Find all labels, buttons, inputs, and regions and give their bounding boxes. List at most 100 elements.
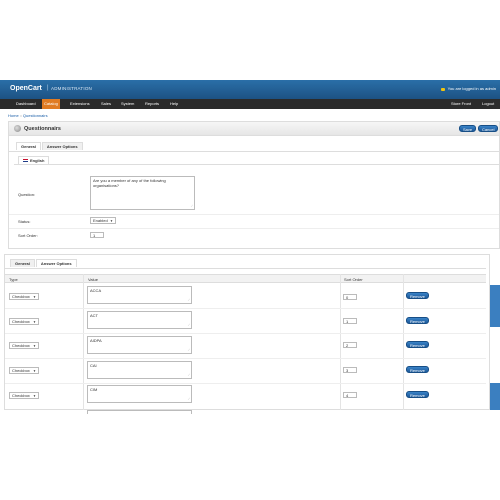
menu-store-front[interactable]: Store Front [449, 99, 473, 109]
menu-help[interactable]: Help [168, 99, 180, 109]
main-menu: Dashboard Catalog Extensions Sales Syste… [0, 99, 500, 109]
remove-button[interactable]: Remove [406, 366, 429, 373]
background-edge [490, 285, 500, 327]
resize-handle-icon[interactable]: ⟋ [188, 298, 190, 303]
sort-order-input[interactable]: 0 [343, 294, 357, 300]
column-divider [340, 274, 341, 410]
chevron-down-icon: ▼ [33, 320, 36, 324]
menu-system[interactable]: System [119, 99, 136, 109]
value-textarea-partial[interactable] [87, 410, 192, 414]
menu-logout[interactable]: Logout [480, 99, 496, 109]
chevron-down-icon: ▼ [33, 369, 36, 373]
type-select[interactable]: Checkbox ▼ [9, 318, 39, 325]
type-value: Checkbox [12, 319, 30, 324]
remove-button[interactable]: Remove [406, 292, 429, 299]
sort-order-input[interactable]: 4 [343, 392, 357, 398]
answer-tabs-divider [5, 268, 486, 269]
status-select[interactable]: Enabled ▼ [90, 217, 116, 224]
save-button[interactable]: Save [459, 125, 477, 132]
menu-catalog[interactable]: Catalog [42, 99, 60, 109]
column-divider [403, 274, 404, 410]
answer-tabs: General Answer Options [10, 259, 78, 267]
tab-answer-options-2[interactable]: Answer Options [35, 259, 77, 267]
tab-general[interactable]: General [16, 142, 41, 150]
resize-handle-icon[interactable]: ⟋ [188, 373, 190, 378]
value-textarea[interactable]: AIDPA ⟋ [87, 336, 192, 354]
chevron-down-icon: ▼ [33, 344, 36, 348]
menu-extensions[interactable]: Extensions [68, 99, 92, 109]
sort-order-input[interactable]: 1 [90, 232, 104, 238]
value-textarea[interactable]: ACT ⟋ [87, 311, 192, 329]
resize-handle-icon[interactable]: ⟋ [188, 348, 190, 353]
value-text: CIM [90, 387, 98, 392]
question-textarea[interactable]: Are you a member of any of the following… [90, 176, 195, 210]
type-select[interactable]: Checkbox ▼ [9, 293, 39, 300]
logged-in-status: You are logged in as admin [440, 86, 496, 91]
menu-dashboard[interactable]: Dashboard [14, 99, 38, 109]
question-label: Question: [18, 192, 36, 197]
column-value: Value [88, 277, 98, 282]
cancel-button[interactable]: Cancel [478, 125, 499, 132]
status-value: Enabled [93, 218, 108, 223]
type-value: Checkbox [12, 294, 30, 299]
value-text: CAI [90, 363, 97, 368]
type-select[interactable]: Checkbox ▼ [9, 367, 39, 374]
type-value: Checkbox [12, 343, 30, 348]
row-divider [5, 383, 486, 384]
row-divider [5, 308, 486, 309]
value-text: ACT [90, 313, 98, 318]
resize-handle-icon[interactable]: ⟋ [188, 397, 190, 402]
row-divider [9, 228, 499, 229]
remove-button[interactable]: Remove [406, 317, 429, 324]
form-tabs: General Answer Options [16, 142, 84, 150]
row-divider [5, 333, 486, 334]
tab-language-english[interactable]: English [18, 156, 50, 164]
box-heading: Questionnairs Save Cancel [9, 122, 499, 136]
background-edge [490, 383, 500, 410]
table-header: Type Value Sort Order [5, 274, 486, 283]
chevron-down-icon: ▼ [33, 394, 36, 398]
chevron-down-icon: ▼ [110, 219, 113, 223]
language-label: English [30, 158, 45, 163]
menu-sales[interactable]: Sales [99, 99, 113, 109]
type-value: Checkbox [12, 368, 30, 373]
row-divider [5, 358, 486, 359]
tab-answer-options[interactable]: Answer Options [41, 142, 83, 150]
resize-handle-icon[interactable]: ⟋ [188, 323, 190, 328]
value-text: ACCA [90, 288, 102, 293]
column-type: Type [9, 277, 18, 282]
type-value: Checkbox [12, 393, 30, 398]
sort-order-label: Sort Order: [18, 233, 38, 238]
column-sort-order: Sort Order [344, 277, 363, 282]
chevron-down-icon: ▼ [33, 295, 36, 299]
logo-subtitle: ADMINISTRATION [51, 86, 92, 91]
tab-general-2[interactable]: General [10, 259, 35, 267]
tabs-divider [9, 151, 499, 152]
menu-reports[interactable]: Reports [143, 99, 161, 109]
sort-order-input[interactable]: 3 [343, 367, 357, 373]
language-tabs-divider [14, 164, 499, 165]
sort-order-input[interactable]: 2 [343, 342, 357, 348]
sort-order-input[interactable]: 1 [343, 318, 357, 324]
logo-separator: | [47, 85, 49, 91]
breadcrumb-home[interactable]: Home [8, 113, 19, 118]
type-select[interactable]: Checkbox ▼ [9, 342, 39, 349]
breadcrumb-questionnairs[interactable]: Questionnairs [23, 113, 48, 118]
questionnaire-form: Questionnairs Save Cancel [8, 121, 500, 249]
resize-handle-icon[interactable]: ⟋ [191, 204, 193, 209]
value-textarea[interactable]: ACCA ⟋ [87, 286, 192, 304]
status-label: Status: [18, 219, 31, 224]
value-textarea[interactable]: CIM ⟋ [87, 385, 192, 403]
admin-header: OpenCart | ADMINISTRATION You are logged… [0, 80, 500, 99]
page-title: Questionnairs [24, 126, 61, 132]
remove-button[interactable]: Remove [406, 391, 429, 398]
questionnaire-icon [14, 125, 21, 132]
question-value: Are you a member of any of the following… [93, 178, 166, 188]
uk-flag-icon [23, 159, 28, 162]
remove-button[interactable]: Remove [406, 341, 429, 348]
logo[interactable]: OpenCart [10, 85, 42, 92]
type-select[interactable]: Checkbox ▼ [9, 392, 39, 399]
breadcrumb: Home::Questionnairs [8, 113, 48, 118]
value-textarea[interactable]: CAI ⟋ [87, 361, 192, 379]
column-divider [83, 274, 84, 410]
